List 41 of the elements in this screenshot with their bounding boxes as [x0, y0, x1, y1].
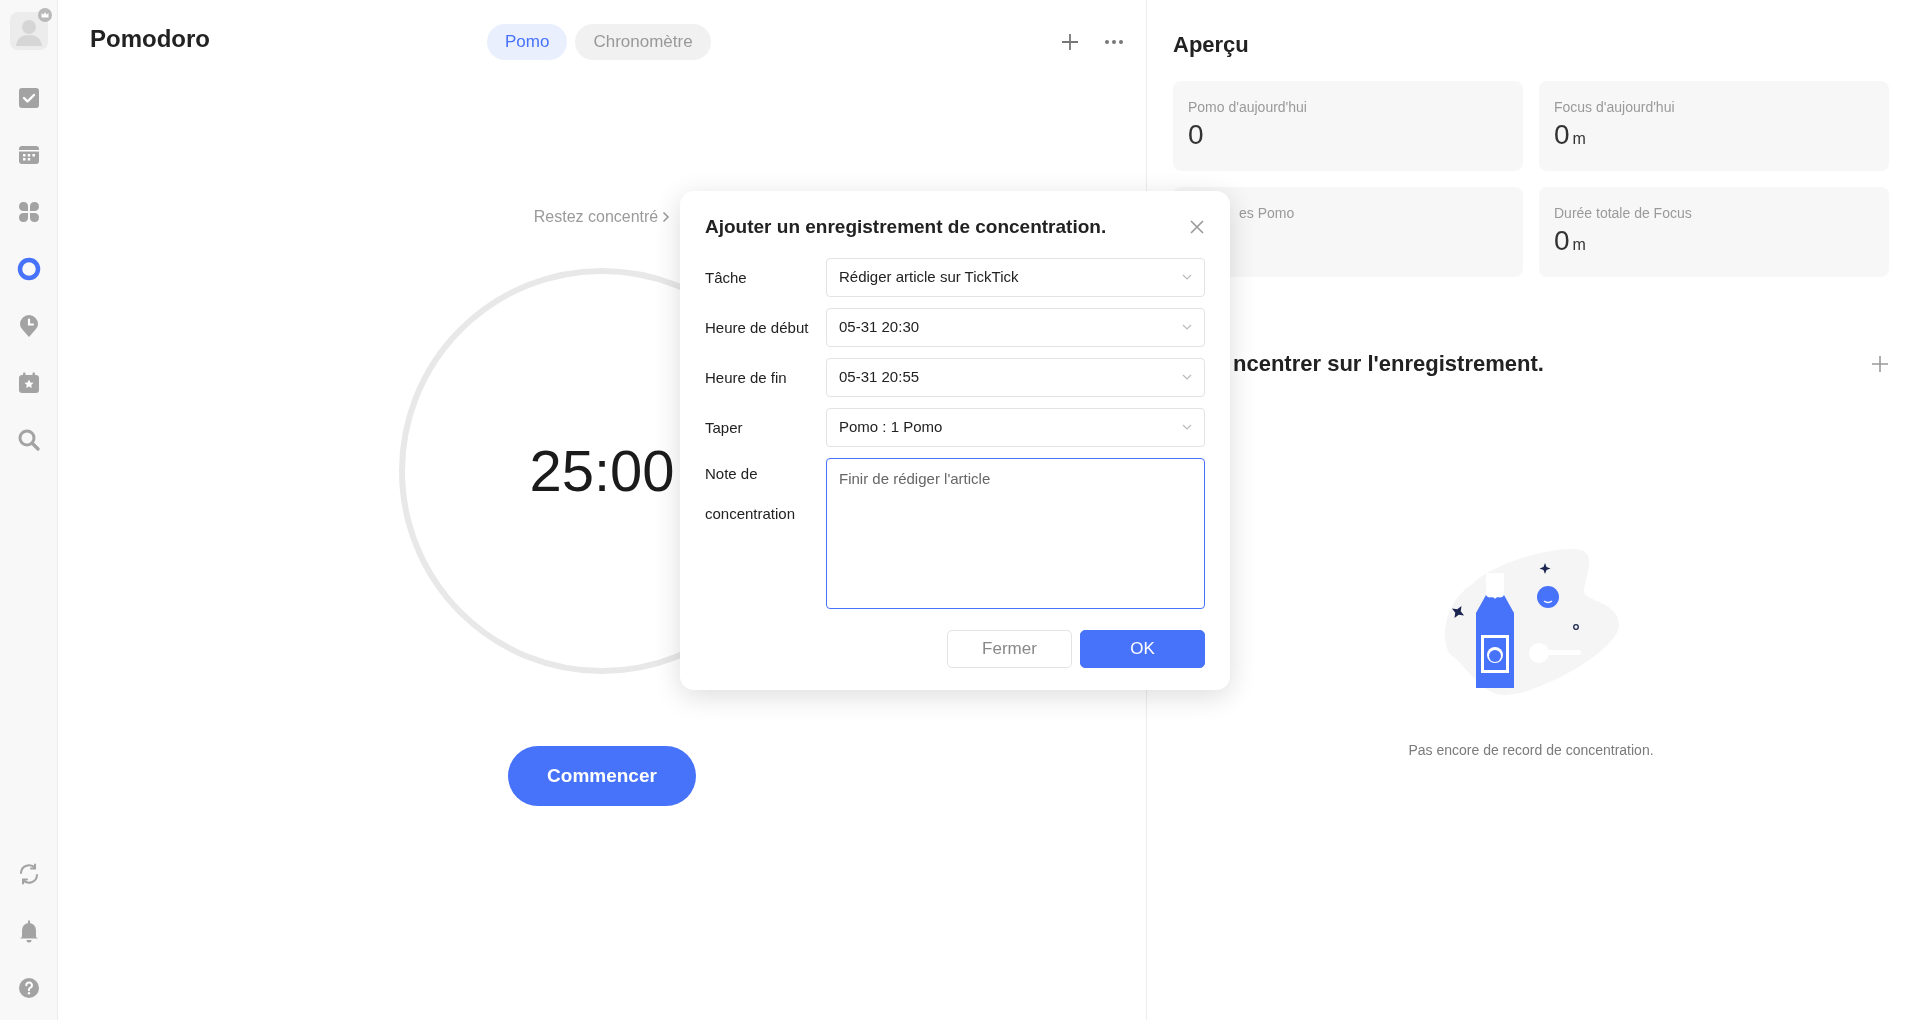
chevron-down-icon [1182, 374, 1192, 380]
crown-icon [37, 8, 52, 22]
stat-label: Pomo d'aujourd'hui [1188, 98, 1308, 117]
field-label: Heure de fin [705, 367, 788, 388]
stat-label: Focus d'aujourd'hui [1554, 98, 1676, 117]
add-icon[interactable] [1871, 354, 1889, 373]
stat-unit: m [1572, 235, 1586, 255]
dropdown-field[interactable]: Pomo : 1 Pomo [826, 407, 1205, 447]
close-icon[interactable] [1189, 219, 1205, 236]
chevron-down-icon [1182, 324, 1192, 330]
dialog-title: Ajouter un enregistrement de concentration. [705, 215, 1107, 239]
ok-button[interactable]: OK [1080, 629, 1205, 668]
stat-label: Durée totale de Focus [1554, 204, 1693, 223]
stat-value: 0 [1554, 224, 1570, 258]
more-icon[interactable] [1104, 39, 1124, 45]
dropdown-field[interactable]: Rédiger article sur TickTick [826, 257, 1205, 297]
stat-value: 0 [1188, 118, 1204, 152]
stat-value: 0 [1554, 118, 1570, 152]
stat-unit: m [1572, 129, 1586, 149]
field-label: Taper [705, 417, 744, 438]
chevron-down-icon [1182, 274, 1192, 280]
field-label: Heure de début [705, 317, 810, 338]
page-title: Pomodoro [90, 24, 210, 54]
note-field[interactable]: Finir de rédiger l'article [826, 457, 1205, 609]
field-label: Note de concentration [705, 463, 797, 524]
dropdown-field[interactable]: 05-31 20:30 [826, 307, 1205, 347]
chevron-icon [662, 211, 671, 223]
chevron-down-icon [1182, 424, 1192, 430]
mode-tab[interactable]: Chronomètre [575, 24, 711, 60]
timer-display: 25:00 [529, 442, 675, 500]
field-label: Tâche [705, 267, 748, 288]
mode-tab[interactable]: Pomo [487, 24, 568, 60]
close-button[interactable]: Fermer [947, 629, 1072, 668]
start-button[interactable]: Commencer [508, 746, 696, 806]
dropdown-field[interactable]: 05-31 20:55 [826, 357, 1205, 397]
add-icon[interactable] [1060, 32, 1080, 52]
section-title: Aperçu [1173, 31, 1250, 59]
focus-hint-link[interactable]: Restez concentré [533, 205, 659, 229]
stat-label: es Pomo [1239, 204, 1296, 223]
section-title: ncentrer sur l'enregistrement. [1233, 350, 1544, 378]
empty-state-text: Pas encore de record de concentration. [1408, 741, 1654, 760]
